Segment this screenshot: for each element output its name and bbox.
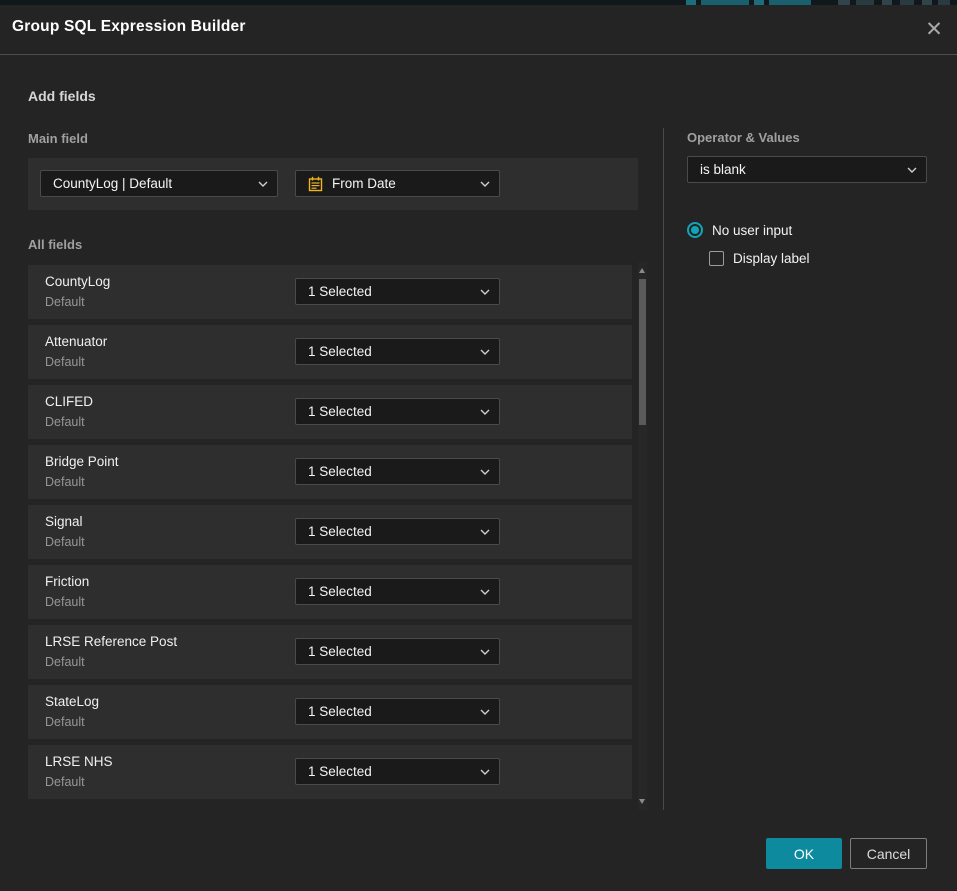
chevron-down-icon — [480, 469, 490, 475]
field-subtitle: Default — [45, 775, 85, 789]
field-selected-value: 1 Selected — [308, 584, 474, 599]
field-selected-dropdown[interactable]: 1 Selected — [295, 398, 500, 425]
field-selected-value: 1 Selected — [308, 464, 474, 479]
field-selected-value: 1 Selected — [308, 704, 474, 719]
field-row: CountyLog Default 1 Selected — [28, 265, 632, 319]
scrollbar-up-arrow-icon[interactable] — [639, 268, 645, 273]
no-user-input-radio[interactable]: No user input — [687, 222, 792, 238]
field-selected-dropdown[interactable]: 1 Selected — [295, 458, 500, 485]
field-subtitle: Default — [45, 415, 85, 429]
field-row: CLIFED Default 1 Selected — [28, 385, 632, 439]
field-selected-value: 1 Selected — [308, 764, 474, 779]
field-selected-value: 1 Selected — [308, 404, 474, 419]
field-selected-dropdown[interactable]: 1 Selected — [295, 698, 500, 725]
field-row: StateLog Default 1 Selected — [28, 685, 632, 739]
field-name: LRSE Reference Post — [45, 634, 177, 649]
field-subtitle: Default — [45, 655, 85, 669]
field-selected-dropdown[interactable]: 1 Selected — [295, 578, 500, 605]
all-fields-label: All fields — [28, 237, 82, 252]
field-name: Bridge Point — [45, 454, 119, 469]
scrollbar-thumb[interactable] — [639, 279, 646, 425]
chevron-down-icon — [480, 409, 490, 415]
header-divider — [0, 54, 957, 55]
chevron-down-icon — [258, 181, 268, 187]
operator-dropdown[interactable]: is blank — [687, 156, 927, 183]
chevron-down-icon — [480, 181, 490, 187]
main-field-date-value: From Date — [332, 176, 474, 191]
field-selected-dropdown[interactable]: 1 Selected — [295, 758, 500, 785]
chevron-down-icon — [480, 649, 490, 655]
close-icon[interactable]: ✕ — [918, 13, 950, 45]
screen: Group SQL Expression Builder ✕ Add field… — [0, 0, 957, 891]
operator-value: is blank — [700, 162, 901, 177]
field-selected-dropdown[interactable]: 1 Selected — [295, 338, 500, 365]
chevron-down-icon — [480, 709, 490, 715]
chevron-down-icon — [907, 167, 917, 173]
operator-values-label: Operator & Values — [687, 130, 800, 145]
display-label-label: Display label — [733, 251, 810, 266]
field-row: LRSE Reference Post Default 1 Selected — [28, 625, 632, 679]
dialog-title: Group SQL Expression Builder — [12, 18, 246, 36]
field-name: LRSE NHS — [45, 754, 113, 769]
cancel-button[interactable]: Cancel — [850, 838, 927, 869]
field-row: Bridge Point Default 1 Selected — [28, 445, 632, 499]
chevron-down-icon — [480, 769, 490, 775]
field-subtitle: Default — [45, 535, 85, 549]
no-user-input-label: No user input — [712, 223, 792, 238]
field-name: Friction — [45, 574, 89, 589]
field-selected-dropdown[interactable]: 1 Selected — [295, 638, 500, 665]
field-row: Signal Default 1 Selected — [28, 505, 632, 559]
group-sql-expression-builder-dialog: Group SQL Expression Builder ✕ Add field… — [0, 5, 957, 891]
chevron-down-icon — [480, 349, 490, 355]
field-name: Signal — [45, 514, 83, 529]
field-name: CLIFED — [45, 394, 93, 409]
field-selected-dropdown[interactable]: 1 Selected — [295, 518, 500, 545]
field-subtitle: Default — [45, 295, 85, 309]
main-field-source-dropdown[interactable]: CountyLog | Default — [40, 170, 278, 197]
field-name: StateLog — [45, 694, 99, 709]
panel-divider — [663, 128, 664, 810]
calendar-icon — [308, 176, 323, 192]
chevron-down-icon — [480, 289, 490, 295]
field-selected-value: 1 Selected — [308, 644, 474, 659]
main-field-source-value: CountyLog | Default — [53, 176, 252, 191]
field-row: Friction Default 1 Selected — [28, 565, 632, 619]
chevron-down-icon — [480, 589, 490, 595]
field-selected-dropdown[interactable]: 1 Selected — [295, 278, 500, 305]
field-subtitle: Default — [45, 715, 85, 729]
field-selected-value: 1 Selected — [308, 524, 474, 539]
field-row: LRSE NHS Default 1 Selected — [28, 745, 632, 799]
field-subtitle: Default — [45, 595, 85, 609]
field-subtitle: Default — [45, 475, 85, 489]
radio-selected-icon — [687, 222, 703, 238]
field-selected-value: 1 Selected — [308, 344, 474, 359]
ok-button[interactable]: OK — [766, 838, 842, 869]
add-fields-heading: Add fields — [28, 88, 96, 104]
field-row: Attenuator Default 1 Selected — [28, 325, 632, 379]
main-field-label: Main field — [28, 131, 88, 146]
chevron-down-icon — [480, 529, 490, 535]
display-label-checkbox[interactable]: Display label — [709, 251, 810, 266]
checkbox-unchecked-icon — [709, 251, 724, 266]
field-subtitle: Default — [45, 355, 85, 369]
field-name: CountyLog — [45, 274, 110, 289]
field-selected-value: 1 Selected — [308, 284, 474, 299]
list-scrollbar[interactable] — [638, 262, 647, 810]
main-field-date-dropdown[interactable]: From Date — [295, 170, 500, 197]
scrollbar-down-arrow-icon[interactable] — [639, 799, 645, 804]
field-name: Attenuator — [45, 334, 107, 349]
